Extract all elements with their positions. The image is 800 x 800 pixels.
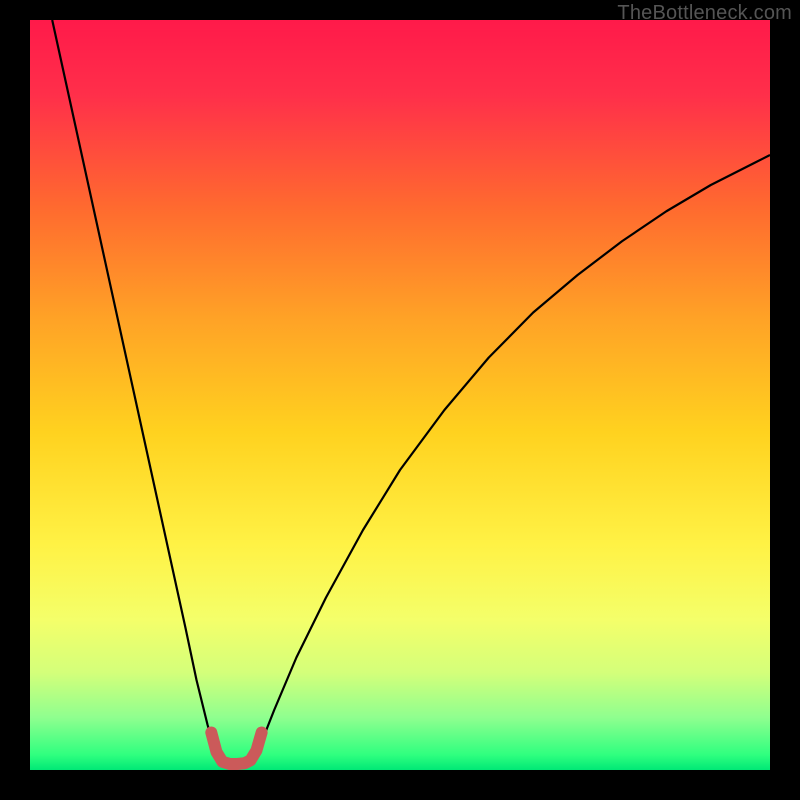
outer-frame: TheBottleneck.com (0, 0, 800, 800)
chart-area (30, 20, 770, 770)
chart-svg (30, 20, 770, 770)
watermark-text: TheBottleneck.com (617, 2, 792, 25)
gradient-background (30, 20, 770, 770)
